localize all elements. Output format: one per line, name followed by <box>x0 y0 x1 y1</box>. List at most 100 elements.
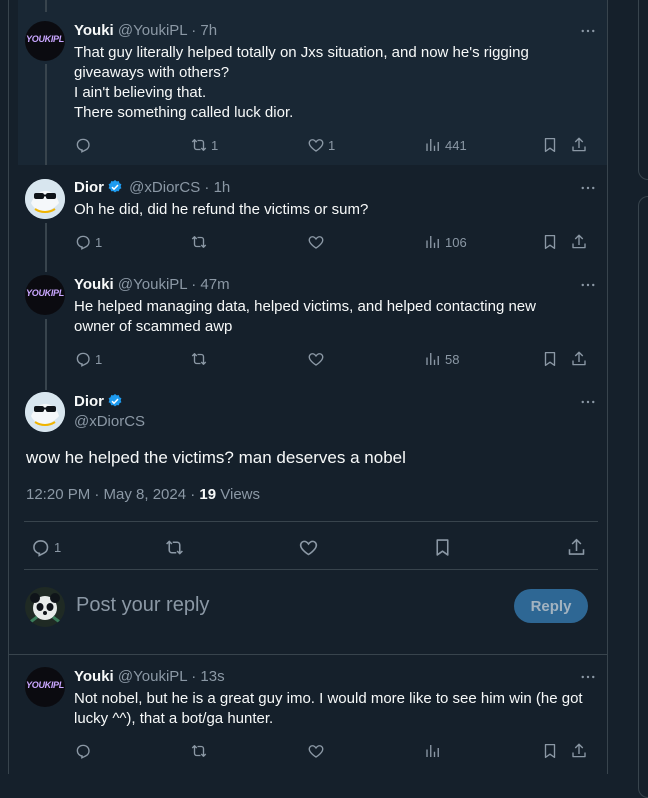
reply-count: 1 <box>54 539 62 555</box>
my-avatar[interactable] <box>25 587 65 627</box>
author-name[interactable]: Dior <box>74 393 104 410</box>
views-button[interactable]: 106 <box>424 232 467 252</box>
tweet-time[interactable]: · 7h <box>191 22 217 39</box>
repost-icon <box>164 537 185 558</box>
bookmark-button[interactable] <box>541 349 559 369</box>
thread-line <box>45 319 47 382</box>
tweet-text: He helped managing data, helped victims,… <box>74 297 595 337</box>
tweet-youki-reply[interactable]: YOUKIPL Youki @YoukiPL · 13s Not nobel, … <box>18 655 607 774</box>
reply-button[interactable]: 1 <box>30 535 61 559</box>
like-button[interactable]: 1 <box>307 135 335 155</box>
more-icon[interactable] <box>579 179 597 197</box>
views-count: 19 <box>199 486 217 503</box>
views-icon <box>424 233 442 251</box>
views-icon <box>424 136 442 154</box>
bookmark-button[interactable] <box>541 741 559 761</box>
reply-icon <box>74 742 92 760</box>
share-button[interactable] <box>566 535 587 559</box>
avatar[interactable]: YOUKIPL <box>25 667 65 707</box>
more-icon[interactable] <box>579 276 597 294</box>
like-icon <box>298 537 319 558</box>
reply-icon <box>30 537 51 558</box>
tweet-youki-2[interactable]: YOUKIPL Youki @YoukiPL · 47m He helped m… <box>18 264 607 382</box>
like-icon <box>307 350 325 368</box>
like-button[interactable] <box>298 535 319 559</box>
reply-input[interactable]: Post your reply <box>76 594 209 617</box>
author-handle[interactable]: @YoukiPL <box>118 668 187 685</box>
thread-line <box>45 64 47 165</box>
views-count: 441 <box>445 137 467 153</box>
share-button[interactable] <box>570 349 588 369</box>
tweet-timestamp[interactable]: 12:20 PM · May 8, 2024 · <box>26 486 199 503</box>
repost-button[interactable] <box>190 232 208 252</box>
tweet-youki-1[interactable]: YOUKIPL Youki @YoukiPL · 7h That guy lit… <box>18 0 607 165</box>
tweet-dior-1[interactable]: Dior @xDiorCS · 1h Oh he did, did he ref… <box>18 165 607 264</box>
reply-icon <box>74 350 92 368</box>
tweet-text-line: That guy literally helped totally on Jxs… <box>74 44 529 61</box>
avatar[interactable]: YOUKIPL <box>25 275 65 315</box>
author-name[interactable]: Youki <box>74 668 114 685</box>
reply-button[interactable] <box>74 741 92 761</box>
avatar[interactable] <box>25 392 65 432</box>
like-button[interactable] <box>307 741 325 761</box>
repost-button[interactable]: 1 <box>190 135 218 155</box>
views-icon <box>424 742 442 760</box>
like-icon <box>307 742 325 760</box>
tweet-text: That guy literally helped totally on Jxs… <box>74 43 595 123</box>
views-button[interactable]: 441 <box>424 135 467 155</box>
views-label: Views <box>216 486 261 503</box>
views-button[interactable] <box>424 741 442 761</box>
more-icon[interactable] <box>579 393 597 411</box>
reply-button[interactable]: 1 <box>74 349 102 369</box>
repost-icon <box>190 742 208 760</box>
like-button[interactable] <box>307 349 325 369</box>
reply-button[interactable]: 1 <box>74 232 102 252</box>
bookmark-button[interactable] <box>541 135 559 155</box>
tweet-actions: 1 106 <box>74 232 599 252</box>
share-button[interactable] <box>570 232 588 252</box>
divider <box>24 569 598 570</box>
avatar[interactable]: YOUKIPL <box>25 21 65 61</box>
author-name[interactable]: Youki <box>74 276 114 293</box>
views-button[interactable]: 58 <box>424 349 459 369</box>
tweet-header: Youki @YoukiPL · 7h <box>74 22 217 39</box>
share-button[interactable] <box>570 741 588 761</box>
reply-button[interactable] <box>74 135 92 155</box>
tweet-text-line: giveaways with others? <box>74 64 230 81</box>
focused-tweet-text: wow he helped the victims? man deserves … <box>26 448 406 467</box>
avatar[interactable] <box>25 179 65 219</box>
repost-count: 1 <box>211 137 219 153</box>
repost-button[interactable] <box>190 741 208 761</box>
tweet-time[interactable]: · 1h <box>204 179 230 196</box>
reply-icon <box>74 233 92 251</box>
tweet-header: Youki @YoukiPL · 13s <box>74 668 225 685</box>
author-handle[interactable]: @xDiorCS <box>74 413 145 430</box>
author-handle[interactable]: @YoukiPL <box>118 276 187 293</box>
bookmark-button[interactable] <box>541 232 559 252</box>
more-icon[interactable] <box>579 22 597 40</box>
reply-count: 1 <box>95 351 103 367</box>
like-button[interactable] <box>307 232 325 252</box>
divider <box>24 521 598 522</box>
author-name[interactable]: Dior <box>74 179 104 196</box>
repost-button[interactable] <box>164 535 185 559</box>
more-icon[interactable] <box>579 668 597 686</box>
author-handle[interactable]: @xDiorCS <box>129 179 200 196</box>
conversation-column: YOUKIPL Youki @YoukiPL · 7h That guy lit… <box>8 0 608 774</box>
tweet-text: Not nobel, but he is a great guy imo. I … <box>74 689 595 729</box>
bookmark-button[interactable] <box>432 535 453 559</box>
focused-actions: 1 <box>18 535 607 559</box>
tweet-text-line: He helped managing data, helped victims,… <box>74 298 536 315</box>
author-name[interactable]: Youki <box>74 22 114 39</box>
tweet-time[interactable]: · 13s <box>191 668 224 685</box>
share-icon <box>570 136 588 154</box>
like-count: 1 <box>328 137 336 153</box>
reply-count: 1 <box>95 234 103 250</box>
repost-button[interactable] <box>190 349 208 369</box>
tweet-time[interactable]: · 47m <box>191 276 229 293</box>
share-button[interactable] <box>570 135 588 155</box>
bookmark-icon <box>541 233 559 251</box>
reply-submit-button[interactable]: Reply <box>514 589 588 623</box>
tweet-text: Oh he did, did he refund the victims or … <box>74 200 595 220</box>
author-handle[interactable]: @YoukiPL <box>118 22 187 39</box>
